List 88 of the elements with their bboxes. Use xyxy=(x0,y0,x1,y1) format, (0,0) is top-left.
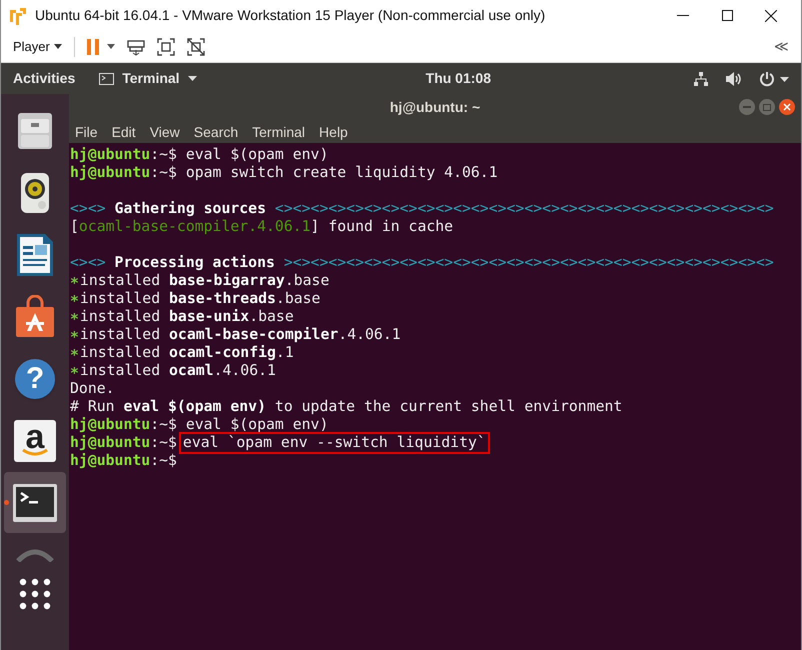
caret-icon xyxy=(54,44,62,49)
terminal-text: :~$ opam switch create liquidity 4.06.1 xyxy=(150,164,498,182)
power-icon[interactable] xyxy=(759,70,789,86)
minimize-icon xyxy=(743,106,751,108)
terminal-text: installed xyxy=(80,308,162,326)
clock: Thu 01:08 xyxy=(426,69,491,88)
shopping-bag-icon[interactable] xyxy=(13,294,57,338)
terminal-text: ] found in cache xyxy=(310,218,454,236)
terminal-text: :~$ xyxy=(150,434,177,452)
terminal-text: <><><><><><><><><><><><><><><><><><><><><><><><><><><><> xyxy=(274,200,774,218)
terminal-text: base-threads xyxy=(169,290,276,308)
terminal-text: ∗ xyxy=(70,362,79,380)
terminal-text: .base xyxy=(249,308,294,326)
terminal-text: # Run xyxy=(70,398,116,416)
prompt-user: hj@ubuntu xyxy=(70,164,150,182)
terminal-text: .4.06.1 xyxy=(214,362,276,380)
highlighted-command: eval `opam env --switch liquidity` xyxy=(178,432,490,454)
terminal-text: .1 xyxy=(276,344,294,362)
terminal-title: hj@ubuntu: ~ xyxy=(390,98,480,117)
terminal-text: ∗ xyxy=(70,308,79,326)
terminal-text: installed xyxy=(80,272,162,290)
help-icon[interactable]: ? xyxy=(15,358,55,398)
terminal-text: eval $(opam env) xyxy=(123,398,266,416)
terminal-text: base-unix xyxy=(169,308,250,326)
terminal-text: :~$ eval $(opam env) xyxy=(150,416,328,434)
activities-button[interactable]: Activities xyxy=(13,68,76,89)
maximize-icon xyxy=(722,10,732,21)
prompt-user: hj@ubuntu xyxy=(70,452,150,470)
amazon-icon[interactable]: a xyxy=(14,420,56,462)
close-icon xyxy=(765,10,777,22)
close-icon xyxy=(783,103,791,111)
send-keys-icon[interactable] xyxy=(126,38,145,56)
window-title: Ubuntu 64-bit 16.04.1 - VMware Workstation 15 Player (Non-commercial use only) xyxy=(35,6,546,25)
menu-item[interactable]: Edit xyxy=(112,122,136,142)
document-icon[interactable] xyxy=(15,232,55,278)
terminal-icon xyxy=(99,72,114,84)
app-logo-icon xyxy=(9,6,27,24)
app-grid-icon[interactable] xyxy=(19,578,51,610)
network-icon[interactable] xyxy=(693,70,709,86)
pause-button[interactable] xyxy=(86,38,115,54)
terminal-icon[interactable] xyxy=(12,482,58,522)
terminal-text: to update the current shell environment xyxy=(274,398,622,416)
terminal-text: ∗ xyxy=(70,344,79,362)
fullscreen-icon[interactable] xyxy=(156,38,175,56)
terminal-text: :~$ xyxy=(150,452,177,470)
terminal-text: ocaml-config xyxy=(169,344,276,362)
menu-item[interactable]: Search xyxy=(194,122,238,142)
terminal-text: :~$ eval $(opam env) xyxy=(150,146,328,164)
terminal-text: Gathering sources xyxy=(114,200,267,218)
terminal-text: Done. xyxy=(70,380,115,398)
prompt-user: hj@ubuntu xyxy=(70,434,150,452)
terminal-text: ><><><><><><><><><><><><><><><><><><><><><><><><><><><> xyxy=(284,254,774,272)
menu-item[interactable]: Help xyxy=(319,122,348,142)
terminal-text: ocaml-base-compiler xyxy=(169,326,338,344)
menu-item[interactable]: Terminal xyxy=(252,122,306,142)
close-button[interactable] xyxy=(779,99,795,115)
minimize-icon xyxy=(677,14,689,16)
maximize-icon xyxy=(763,104,771,110)
terminal-text: installed xyxy=(80,326,162,344)
terminal-text: ∗ xyxy=(70,290,79,308)
unity-icon[interactable] xyxy=(186,38,205,56)
terminal-text: installed xyxy=(80,290,162,308)
terminal-text: installed xyxy=(80,362,162,380)
caret-icon xyxy=(188,76,197,81)
menu-item[interactable]: File xyxy=(75,122,98,142)
prompt-user: hj@ubuntu xyxy=(70,416,150,434)
terminal-text: <><> xyxy=(70,254,106,272)
pause-icon xyxy=(86,38,99,54)
terminal-text: Processing actions xyxy=(114,254,276,272)
terminal-text: .4.06.1 xyxy=(338,326,401,344)
terminal-text: installed xyxy=(80,344,162,362)
terminal-text: base-bigarray xyxy=(169,272,285,290)
player-menu[interactable]: Player xyxy=(13,36,62,56)
terminal-text: ocaml-base-compiler.4.06.1 xyxy=(78,218,311,236)
prompt-user: hj@ubuntu xyxy=(70,146,150,164)
file-cabinet-icon[interactable] xyxy=(15,110,55,150)
terminal-text: ∗ xyxy=(70,272,79,290)
caret-icon xyxy=(106,44,115,49)
expand-button[interactable]: ≪ xyxy=(774,36,789,57)
terminal-text: .base xyxy=(284,272,330,290)
volume-icon[interactable] xyxy=(725,70,743,86)
menu-item[interactable]: View xyxy=(150,122,180,142)
terminal-text: <><> xyxy=(70,200,106,218)
app-menu[interactable]: Terminal xyxy=(99,68,197,89)
terminal-text: .base xyxy=(276,290,320,308)
terminal-text: [ xyxy=(70,218,79,236)
terminal-text: ocaml xyxy=(169,362,214,380)
terminal-text: ∗ xyxy=(70,326,79,344)
